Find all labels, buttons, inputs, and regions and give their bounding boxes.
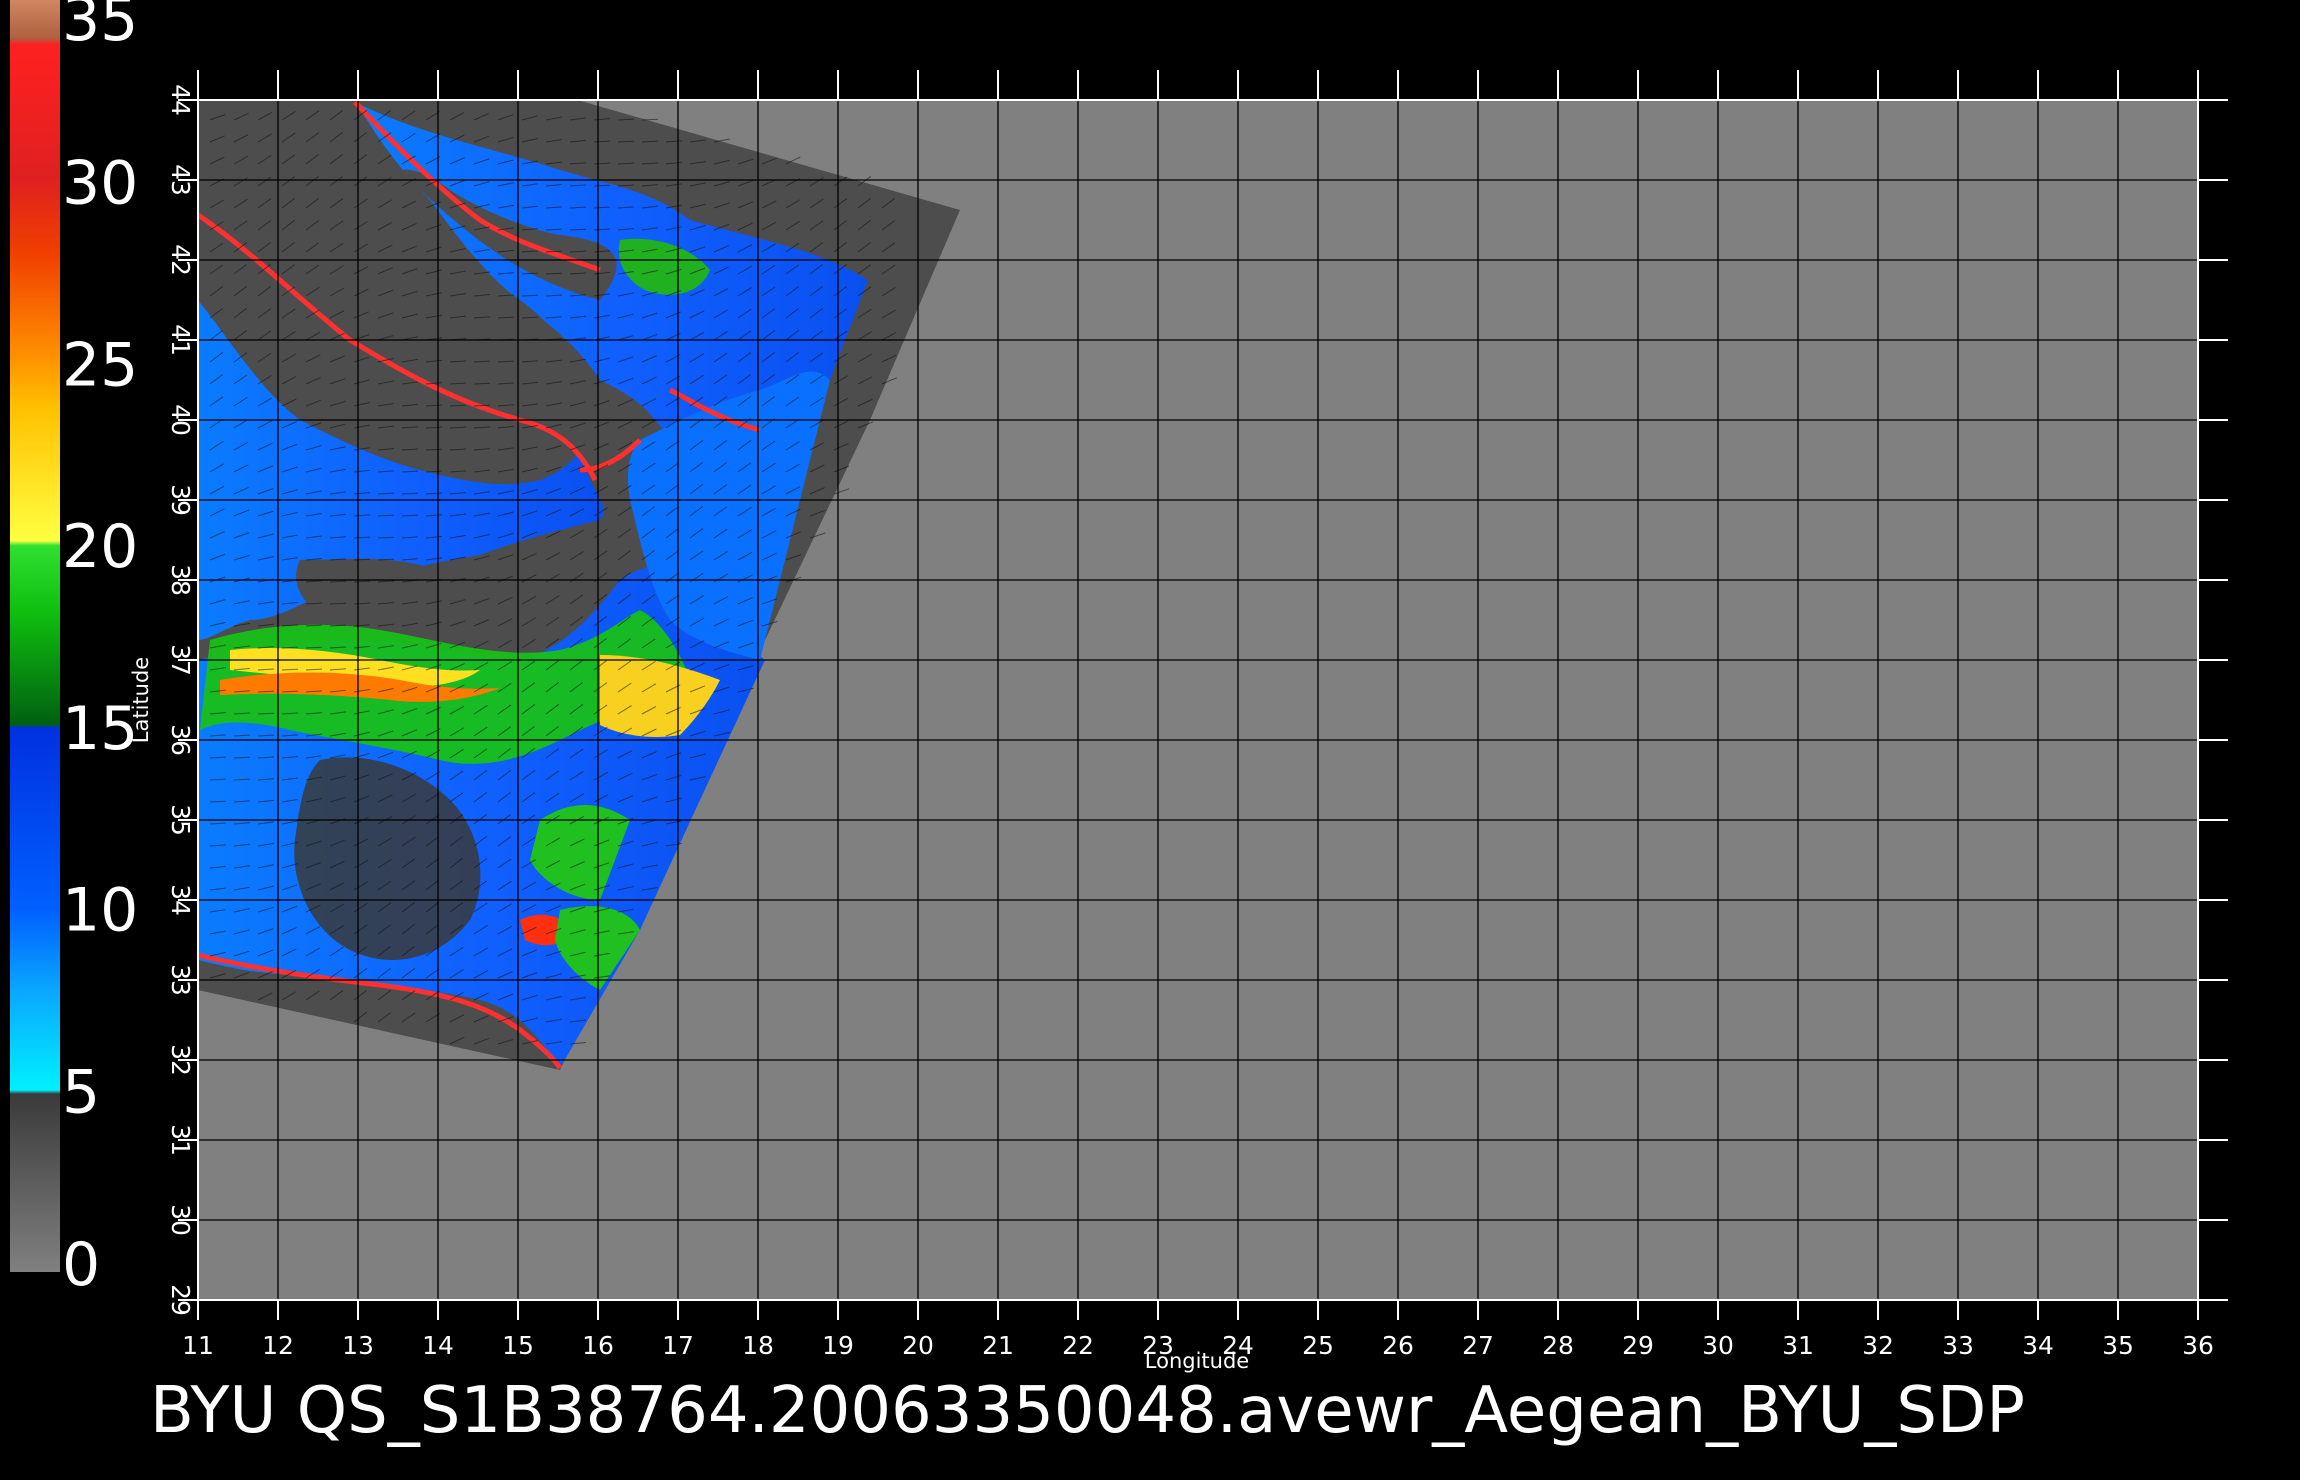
- colorbar-label: 15: [62, 694, 138, 764]
- colorbar-label: 5: [62, 1057, 100, 1127]
- lon-tick-label: 19: [822, 1331, 854, 1360]
- colorbar-label: 30: [62, 149, 138, 219]
- lon-tick-label: 22: [1062, 1331, 1094, 1360]
- lat-tick-label: 42: [166, 244, 195, 276]
- lon-tick-label: 29: [1622, 1331, 1654, 1360]
- lon-tick-label: 17: [662, 1331, 694, 1360]
- lat-tick-label: 40: [166, 404, 195, 436]
- colorbar-label: 35: [62, 0, 138, 55]
- lat-tick-label: 32: [166, 1044, 195, 1076]
- lon-tick-label: 27: [1462, 1331, 1494, 1360]
- x-axis-title: Longitude: [1145, 1349, 1249, 1373]
- lat-tick-label: 30: [166, 1204, 195, 1236]
- wind-map-figure: 05101520253035 11 12 13 14 15 16 17 18 1…: [10, 0, 2228, 1448]
- lon-tick-label: 34: [2022, 1331, 2054, 1360]
- lat-tick-label: 29: [166, 1284, 195, 1316]
- lon-tick-label: 13: [342, 1331, 374, 1360]
- latitude-tick-labels: 29 30 31 32 33 34 35 36 37 38 39 40 41 42 43 44: [166, 84, 195, 1316]
- colorbar-labels: 0 5 10 15 20 25 30 35: [62, 0, 138, 1300]
- lon-tick-label: 35: [2102, 1331, 2134, 1360]
- lat-tick-label: 43: [166, 164, 195, 196]
- lon-tick-label: 12: [262, 1331, 294, 1360]
- colorbar-label: 20: [62, 512, 138, 582]
- lat-tick-label: 38: [166, 564, 195, 596]
- lat-tick-label: 37: [166, 644, 195, 676]
- colorbar-label: 0: [62, 1230, 100, 1300]
- lat-tick-label: 31: [166, 1124, 195, 1156]
- lon-tick-label: 30: [1702, 1331, 1734, 1360]
- lon-tick-label: 28: [1542, 1331, 1574, 1360]
- colorbar-label: 25: [62, 330, 138, 400]
- lon-tick-label: 16: [582, 1331, 614, 1360]
- lon-tick-label: 33: [1942, 1331, 1974, 1360]
- lat-tick-label: 36: [166, 724, 195, 756]
- colorbar: [10, 0, 60, 1272]
- lon-tick-label: 25: [1302, 1331, 1334, 1360]
- lon-tick-label: 14: [422, 1331, 454, 1360]
- colorbar-label: 10: [62, 876, 138, 946]
- lat-tick-label: 39: [166, 484, 195, 516]
- lon-tick-label: 21: [982, 1331, 1014, 1360]
- lon-tick-label: 31: [1782, 1331, 1814, 1360]
- lon-tick-label: 36: [2182, 1331, 2214, 1360]
- lat-tick-label: 33: [166, 964, 195, 996]
- caption: BYU QS_S1B38764.20063350048.avewr_Aegean…: [150, 1374, 2025, 1448]
- lon-tick-label: 18: [742, 1331, 774, 1360]
- lat-tick-label: 35: [166, 804, 195, 836]
- lat-tick-label: 41: [166, 324, 195, 356]
- lon-tick-label: 26: [1382, 1331, 1414, 1360]
- lon-tick-label: 15: [502, 1331, 534, 1360]
- lat-tick-label: 34: [166, 884, 195, 916]
- lon-tick-label: 11: [182, 1331, 214, 1360]
- y-axis-title: Latitude: [129, 657, 153, 743]
- lon-tick-label: 20: [902, 1331, 934, 1360]
- lat-tick-label: 44: [166, 84, 195, 116]
- lon-tick-label: 32: [1862, 1331, 1894, 1360]
